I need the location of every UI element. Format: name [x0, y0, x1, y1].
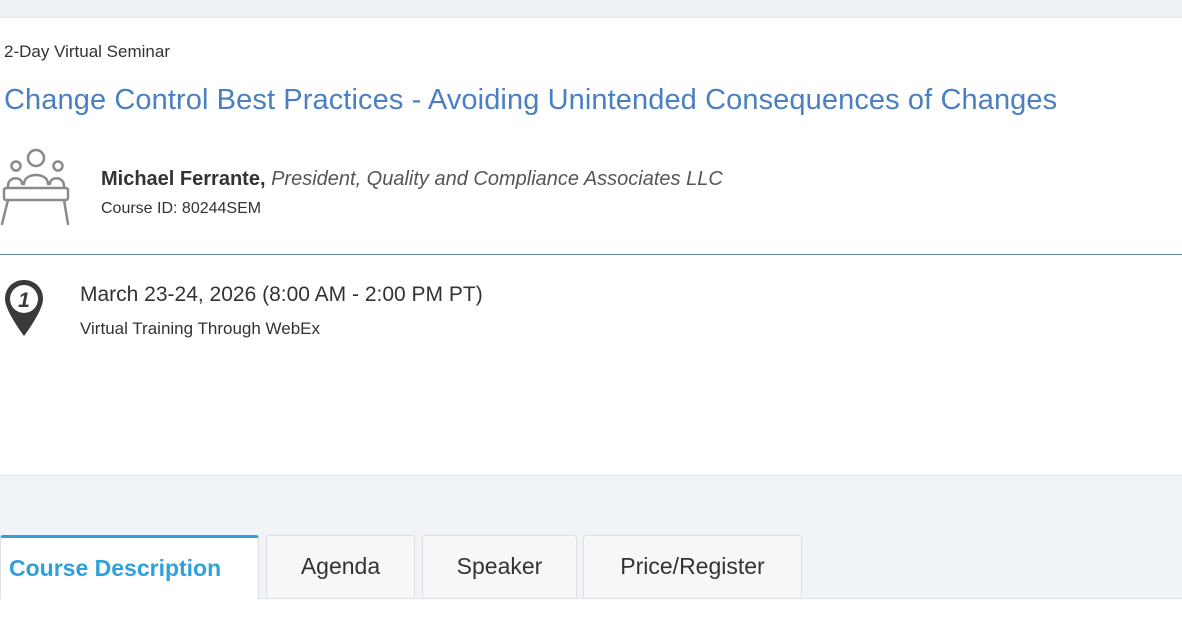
speaker-name: Michael Ferrante,	[101, 168, 266, 190]
divider	[0, 254, 1182, 255]
course-title: Change Control Best Practices - Avoiding…	[4, 84, 1058, 116]
tab-course-description[interactable]: Course Description	[0, 535, 259, 599]
content-area	[0, 599, 1182, 619]
location-pin-icon: 1	[2, 278, 46, 340]
tab-agenda[interactable]: Agenda	[266, 535, 415, 597]
top-band	[0, 0, 1182, 18]
course-id: Course ID: 80244SEM	[101, 200, 262, 217]
seminar-type-label: 2-Day Virtual Seminar	[4, 42, 170, 61]
tab-price-register[interactable]: Price/Register	[583, 535, 802, 597]
tab-speaker[interactable]: Speaker	[422, 535, 577, 597]
speaker-title: President, Quality and Compliance Associ…	[271, 168, 723, 190]
session-number: 1	[18, 289, 30, 312]
session-date: March 23-24, 2026 (8:00 AM - 2:00 PM PT)	[80, 283, 483, 306]
course-tabs: Course Description Agenda Speaker Price/…	[0, 535, 1182, 599]
podium-speaker-icon	[0, 148, 72, 226]
session-location: Virtual Training Through WebEx	[80, 319, 321, 338]
speaker-info: Michael Ferrante, President, Quality and…	[101, 168, 723, 191]
